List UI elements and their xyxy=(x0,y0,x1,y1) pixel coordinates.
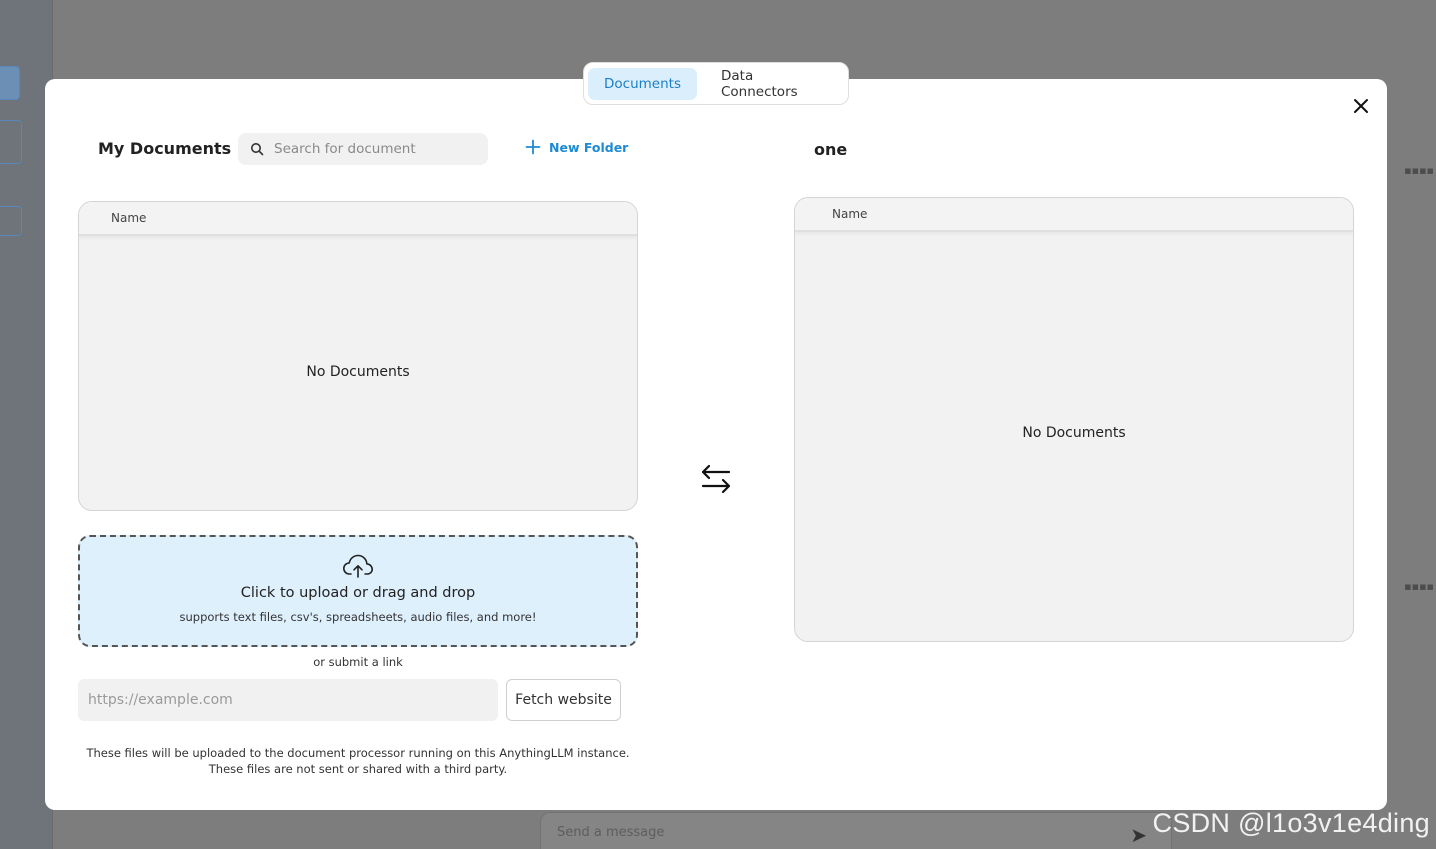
fetch-website-button[interactable]: Fetch website xyxy=(506,679,621,721)
disclaimer-line-1: These files will be uploaded to the docu… xyxy=(86,746,630,760)
search-input[interactable] xyxy=(274,141,474,157)
table-header: Name xyxy=(795,198,1353,232)
background-chat-input: Send a message ➤ xyxy=(540,812,1172,849)
empty-state-text: No Documents xyxy=(1022,425,1126,441)
new-folder-button[interactable]: New Folder xyxy=(525,139,628,155)
new-folder-label: New Folder xyxy=(549,139,629,155)
upload-dropzone[interactable]: Click to upload or drag and drop support… xyxy=(78,535,638,647)
tab-documents[interactable]: Documents xyxy=(588,67,697,100)
document-search xyxy=(238,133,488,165)
upload-sub-text: supports text files, csv's, spreadsheets… xyxy=(179,610,537,624)
move-documents-button[interactable] xyxy=(696,459,736,499)
empty-state-text: No Documents xyxy=(306,364,410,380)
search-icon xyxy=(251,143,264,156)
background-side-text: ▪▪▪▪ xyxy=(1404,580,1434,593)
url-input[interactable] xyxy=(78,679,498,721)
my-documents-table: Name No Documents xyxy=(78,201,638,511)
disclaimer-line-2: These files are not sent or shared with … xyxy=(208,762,508,776)
my-documents-title: My Documents xyxy=(98,139,232,158)
background-sidebar-item xyxy=(0,206,22,236)
column-name: Name xyxy=(111,211,147,225)
plus-icon xyxy=(525,139,541,155)
or-submit-link-text: or submit a link xyxy=(313,655,403,669)
upload-disclaimer: These files will be uploaded to the docu… xyxy=(78,745,638,777)
column-name: Name xyxy=(832,207,868,221)
swap-arrows-icon xyxy=(701,464,731,494)
watermark-text: CSDN @l1o3v1e4ding xyxy=(1152,808,1430,838)
table-header: Name xyxy=(79,202,637,236)
upload-main-text: Click to upload or drag and drop xyxy=(240,585,476,601)
chat-placeholder: Send a message xyxy=(557,825,665,840)
modal-tabs: Documents Data Connectors xyxy=(583,62,849,105)
workspace-title: one xyxy=(814,140,848,159)
tab-data-connectors[interactable]: Data Connectors xyxy=(705,68,844,100)
send-icon: ➤ xyxy=(1130,823,1147,847)
close-icon xyxy=(1354,99,1368,113)
close-button[interactable] xyxy=(1349,94,1373,118)
background-side-text: ▪▪▪▪ xyxy=(1404,164,1434,177)
background-sidebar-item xyxy=(0,120,22,164)
cloud-upload-icon xyxy=(343,554,373,578)
background-sidebar-item xyxy=(0,66,20,100)
workspace-documents-table: Name No Documents xyxy=(794,197,1354,642)
